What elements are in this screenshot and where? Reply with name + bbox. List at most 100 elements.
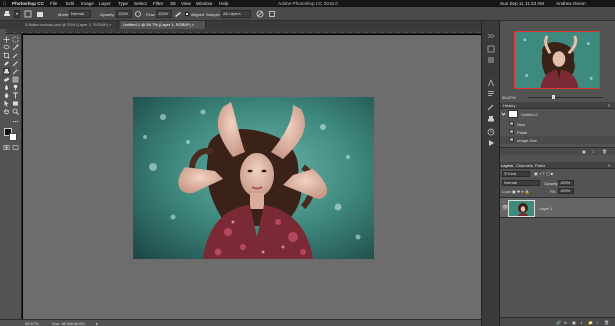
navigator-panel-icon[interactable] — [487, 45, 495, 53]
ignore-adjustment-layers-icon[interactable] — [256, 10, 264, 18]
clone-stamp-tool-icon[interactable] — [3, 68, 10, 75]
zoom-tool-icon[interactable] — [12, 108, 19, 115]
airbrush-icon[interactable] — [174, 10, 182, 18]
lock-label: Lock: — [502, 189, 512, 194]
marquee-tool-icon[interactable] — [12, 36, 19, 43]
path-selection-tool-icon[interactable] — [3, 100, 10, 107]
delete-layer-icon[interactable]: 🗑 — [604, 320, 609, 325]
adjustments-panel-icon[interactable] — [487, 56, 495, 64]
dodge-tool-icon[interactable] — [12, 84, 19, 91]
lock-icons[interactable]: ▣ ✚ ⌖ 🔒 — [512, 189, 530, 194]
quick-mask-icon[interactable] — [3, 144, 10, 151]
tab-channels[interactable]: Channels — [516, 163, 533, 168]
navigator-preview[interactable] — [514, 31, 600, 89]
menu-select[interactable]: Select — [134, 1, 147, 6]
brush-panel-icon[interactable] — [24, 10, 32, 18]
zoom-level[interactable]: 56.67% — [25, 321, 39, 326]
character-panel-icon[interactable] — [487, 79, 495, 87]
layer-fill-field[interactable]: 100% — [558, 188, 574, 194]
layer-filter-select[interactable]: ⚲ Kind — [502, 171, 530, 177]
background-color-swatch[interactable] — [9, 133, 17, 141]
layer-style-icon[interactable]: fx — [564, 320, 567, 325]
paragraph-panel-icon[interactable] — [487, 90, 495, 98]
history-step[interactable]: New — [500, 120, 615, 128]
history-title[interactable]: History — [503, 103, 515, 108]
pressure-size-icon[interactable] — [268, 10, 276, 18]
blend-mode-select[interactable]: Normal — [502, 180, 540, 186]
pressure-opacity-icon[interactable] — [134, 10, 142, 18]
menu-image[interactable]: Image — [81, 1, 94, 6]
history-trash-icon[interactable]: 🗑 — [602, 149, 607, 154]
crop-tool-icon[interactable] — [3, 52, 10, 59]
layer-thumbnail[interactable] — [508, 200, 535, 217]
quick-selection-tool-icon[interactable] — [12, 44, 19, 51]
app-menu[interactable]: Photoshop CC — [12, 1, 44, 6]
navigator-zoom-value[interactable]: 56.67% — [502, 95, 516, 100]
link-layers-icon[interactable]: 🔗 — [556, 320, 561, 325]
menu-view[interactable]: View — [181, 1, 191, 6]
menu-window[interactable]: Window — [196, 1, 212, 6]
menu-3d[interactable]: 3D — [170, 1, 176, 6]
tab-layers[interactable]: Layers — [501, 163, 513, 168]
document-image[interactable] — [133, 97, 374, 259]
history-step[interactable]: Paste — [500, 128, 615, 136]
history-brush-tool-icon[interactable] — [12, 68, 19, 75]
layers-menu-icon[interactable]: ≡ — [608, 163, 610, 168]
pen-tool-icon[interactable] — [3, 92, 10, 99]
layer-name[interactable]: Layer 1 — [539, 206, 552, 211]
new-layer-icon[interactable]: □ — [596, 320, 598, 325]
history-snapshot[interactable]: Untitled-1 — [500, 109, 615, 119]
menu-layer[interactable]: Layer — [99, 1, 111, 6]
mode-select[interactable]: Normal — [69, 10, 91, 18]
menu-filter[interactable]: Filter — [153, 1, 163, 6]
hand-tool-icon[interactable] — [3, 108, 10, 115]
menubar-user[interactable]: Andrew Geron — [556, 1, 586, 6]
history-panel-icon[interactable] — [487, 128, 495, 136]
shape-tool-icon[interactable] — [12, 100, 19, 107]
snapshot-check-icon — [501, 111, 506, 116]
tab-untitled-1[interactable]: Untitled-1 @ 56.7% (Layer 1, RGB/8*) × — [120, 21, 206, 29]
healing-brush-tool-icon[interactable] — [3, 60, 10, 67]
menu-file[interactable]: File — [50, 1, 57, 6]
opacity-field[interactable]: 100% — [116, 10, 132, 18]
layer-opacity-field[interactable]: 100% — [558, 180, 574, 186]
blur-tool-icon[interactable] — [3, 84, 10, 91]
tab-paths[interactable]: Paths — [535, 163, 545, 168]
layer-mask-icon[interactable]: ▣ — [572, 320, 576, 325]
history-new-icon[interactable]: □ — [592, 149, 594, 154]
aligned-checkbox[interactable] — [185, 12, 189, 16]
eyedropper-tool-icon[interactable] — [12, 52, 19, 59]
new-group-icon[interactable]: 📁 — [588, 320, 593, 325]
menu-help[interactable]: Help — [219, 1, 228, 6]
status-arrow-icon[interactable]: ▸ — [96, 321, 98, 326]
history-snapshot-icon[interactable]: ▣ — [582, 149, 586, 154]
screen-mode-icon[interactable] — [12, 144, 19, 151]
brush-tool-icon[interactable] — [12, 60, 19, 67]
history-step[interactable]: Image Size — [500, 136, 615, 144]
type-tool-icon[interactable] — [12, 92, 19, 99]
brush-preset-picker[interactable]: ▾ — [14, 10, 21, 18]
eraser-tool-icon[interactable] — [3, 76, 10, 83]
actions-panel-icon[interactable] — [487, 139, 495, 147]
navigator-zoom-slider[interactable] — [528, 97, 603, 98]
menu-edit[interactable]: Edit — [66, 1, 74, 6]
layer-filter-icons[interactable]: ▣ ◑ T ▢ ■ — [534, 171, 553, 176]
tools-preset-icon[interactable] — [487, 103, 495, 111]
tab-water-woman[interactable]: 5-Water-woman.psd @ 25% (Layer 1, RGB/8*… — [22, 21, 118, 29]
gradient-tool-icon[interactable] — [12, 76, 19, 83]
history-menu-icon[interactable]: ≡ — [608, 103, 610, 108]
more-tools-icon[interactable] — [12, 118, 19, 125]
clone-source-panel-icon[interactable] — [487, 115, 495, 123]
collapse-arrows-icon[interactable] — [487, 33, 495, 39]
lasso-tool-icon[interactable] — [3, 44, 10, 51]
move-tool-icon[interactable] — [3, 36, 10, 43]
layer-row[interactable]: 👁 Layer 1 — [500, 197, 615, 218]
sample-select[interactable]: All Layers — [221, 10, 251, 18]
adjustment-layer-icon[interactable]: ◑ — [580, 320, 582, 325]
navigator-zoom-thumb[interactable] — [552, 95, 555, 99]
menu-type[interactable]: Type — [118, 1, 128, 6]
flow-field[interactable]: 100% — [156, 10, 172, 18]
clone-stamp-tool-icon[interactable] — [3, 10, 11, 18]
apple-icon[interactable]:  — [3, 1, 6, 6]
clone-source-icon[interactable] — [36, 10, 44, 18]
